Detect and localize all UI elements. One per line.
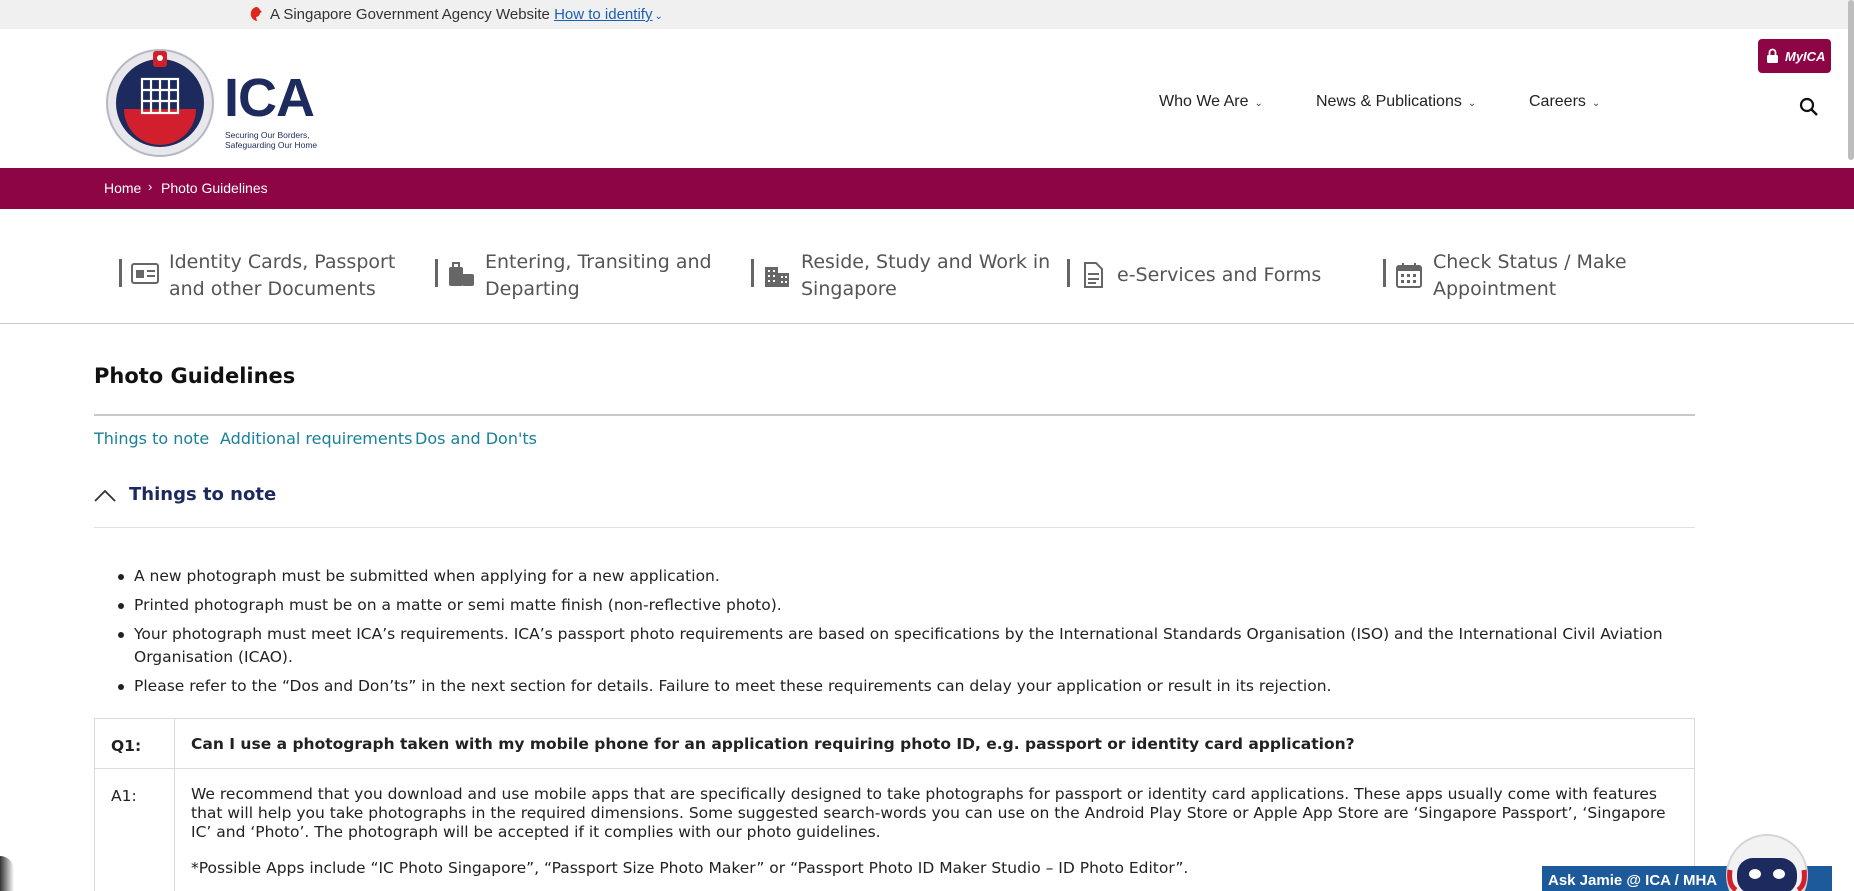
search-icon[interactable] [1799,97,1819,117]
anchor-additional-requirements[interactable]: Additional requirements [220,429,412,448]
category-label: Check Status / Make [1433,251,1627,273]
divider [94,414,1695,416]
calendar-icon [1396,263,1422,288]
chevron-down-icon: ⌄ [1591,98,1601,109]
luggage-icon [449,262,474,286]
category-entering-departing[interactable]: Entering, Transiting and Departing [435,249,725,309]
category-reside-study-work[interactable]: Reside, Study and Work in Singapore [751,249,1051,309]
list-item: Please refer to the “Dos and Don’ts” in … [114,675,1674,698]
logo-wordmark: ICA [224,68,315,128]
building-icon [765,267,789,287]
category-nav: Identity Cards, Passport and other Docum… [0,209,1854,324]
category-identity-cards[interactable]: Identity Cards, Passport and other Docum… [119,249,409,309]
list-item: Your photograph must meet ICA’s requirem… [114,623,1674,669]
ica-crest-icon [106,49,214,157]
category-label: Appointment [1433,278,1557,300]
page-title: Photo Guidelines [94,364,296,388]
logo-tagline: Securing Our Borders, Safeguarding Our H… [225,130,318,150]
myica-button[interactable]: MyICA [1758,39,1831,73]
gov-masthead-text: A Singapore Government Agency Website [270,6,550,23]
breadcrumb: Home › Photo Guidelines [0,168,1854,209]
anchor-things-to-note[interactable]: Things to note [94,429,209,448]
chevron-up-icon [94,489,116,502]
things-to-note-list: A new photograph must be submitted when … [114,565,1674,704]
lock-icon [1767,48,1778,63]
category-label: Departing [485,278,580,300]
faq-answer-text: We recommend that you download and use m… [191,785,1666,841]
accordion-title: Things to note [129,484,277,505]
list-item: Printed photograph must be on a matte or… [114,594,1674,617]
singapore-lion-icon [250,7,262,21]
category-label: Identity Cards, Passport [169,251,396,273]
faq-key: A1: [95,769,175,891]
category-label: Reside, Study and Work in [801,251,1051,273]
nav-careers[interactable]: Careers ⌄ [1529,93,1600,111]
faq-question-row: Q1: Can I use a photograph taken with my… [95,719,1694,769]
how-to-identify-link[interactable]: How to identify [554,6,652,23]
anchor-dos-and-donts[interactable]: Dos and Don'ts [415,429,537,448]
category-label: Singapore [801,278,897,300]
chevron-down-icon: ⌄ [1254,98,1263,109]
faq-answer-text: *Possible Apps include “IC Photo Singapo… [191,859,1189,877]
page-scrollbar[interactable] [1848,0,1854,160]
category-check-status[interactable]: Check Status / Make Appointment [1383,249,1673,309]
category-eservices-forms[interactable]: e-Services and Forms [1067,249,1357,309]
id-card-icon [131,263,159,284]
faq-key: Q1: [95,719,175,768]
faq-question: Can I use a photograph taken with my mob… [191,735,1355,753]
chevron-right-icon: › [148,179,153,194]
ica-logo[interactable]: ICA Securing Our Borders, Safeguarding O… [106,43,326,163]
category-label: e-Services and Forms [1117,264,1322,286]
chatbot-avatar-icon[interactable] [1722,830,1812,891]
site-header: ICA Securing Our Borders, Safeguarding O… [0,29,1854,168]
gov-masthead: A Singapore Government Agency Website Ho… [0,0,1854,29]
faq-answer-row: A1: We recommend that you download and u… [95,769,1694,891]
chevron-down-icon: ⌄ [1467,98,1477,109]
document-icon [1084,262,1103,288]
category-label: Entering, Transiting and [485,251,712,273]
divider [94,527,1695,528]
category-label: and other Documents [169,278,376,300]
chevron-down-icon: ⌄ [654,11,663,22]
left-edge-shadow [0,856,14,891]
list-item: A new photograph must be submitted when … [114,565,1674,588]
breadcrumb-home[interactable]: Home [104,180,141,196]
nav-news-publications[interactable]: News & Publications ⌄ [1316,93,1476,111]
nav-who-we-are[interactable]: Who We Are ⌄ [1159,93,1263,111]
breadcrumb-current: Photo Guidelines [161,180,268,196]
faq-table: Q1: Can I use a photograph taken with my… [94,718,1695,891]
